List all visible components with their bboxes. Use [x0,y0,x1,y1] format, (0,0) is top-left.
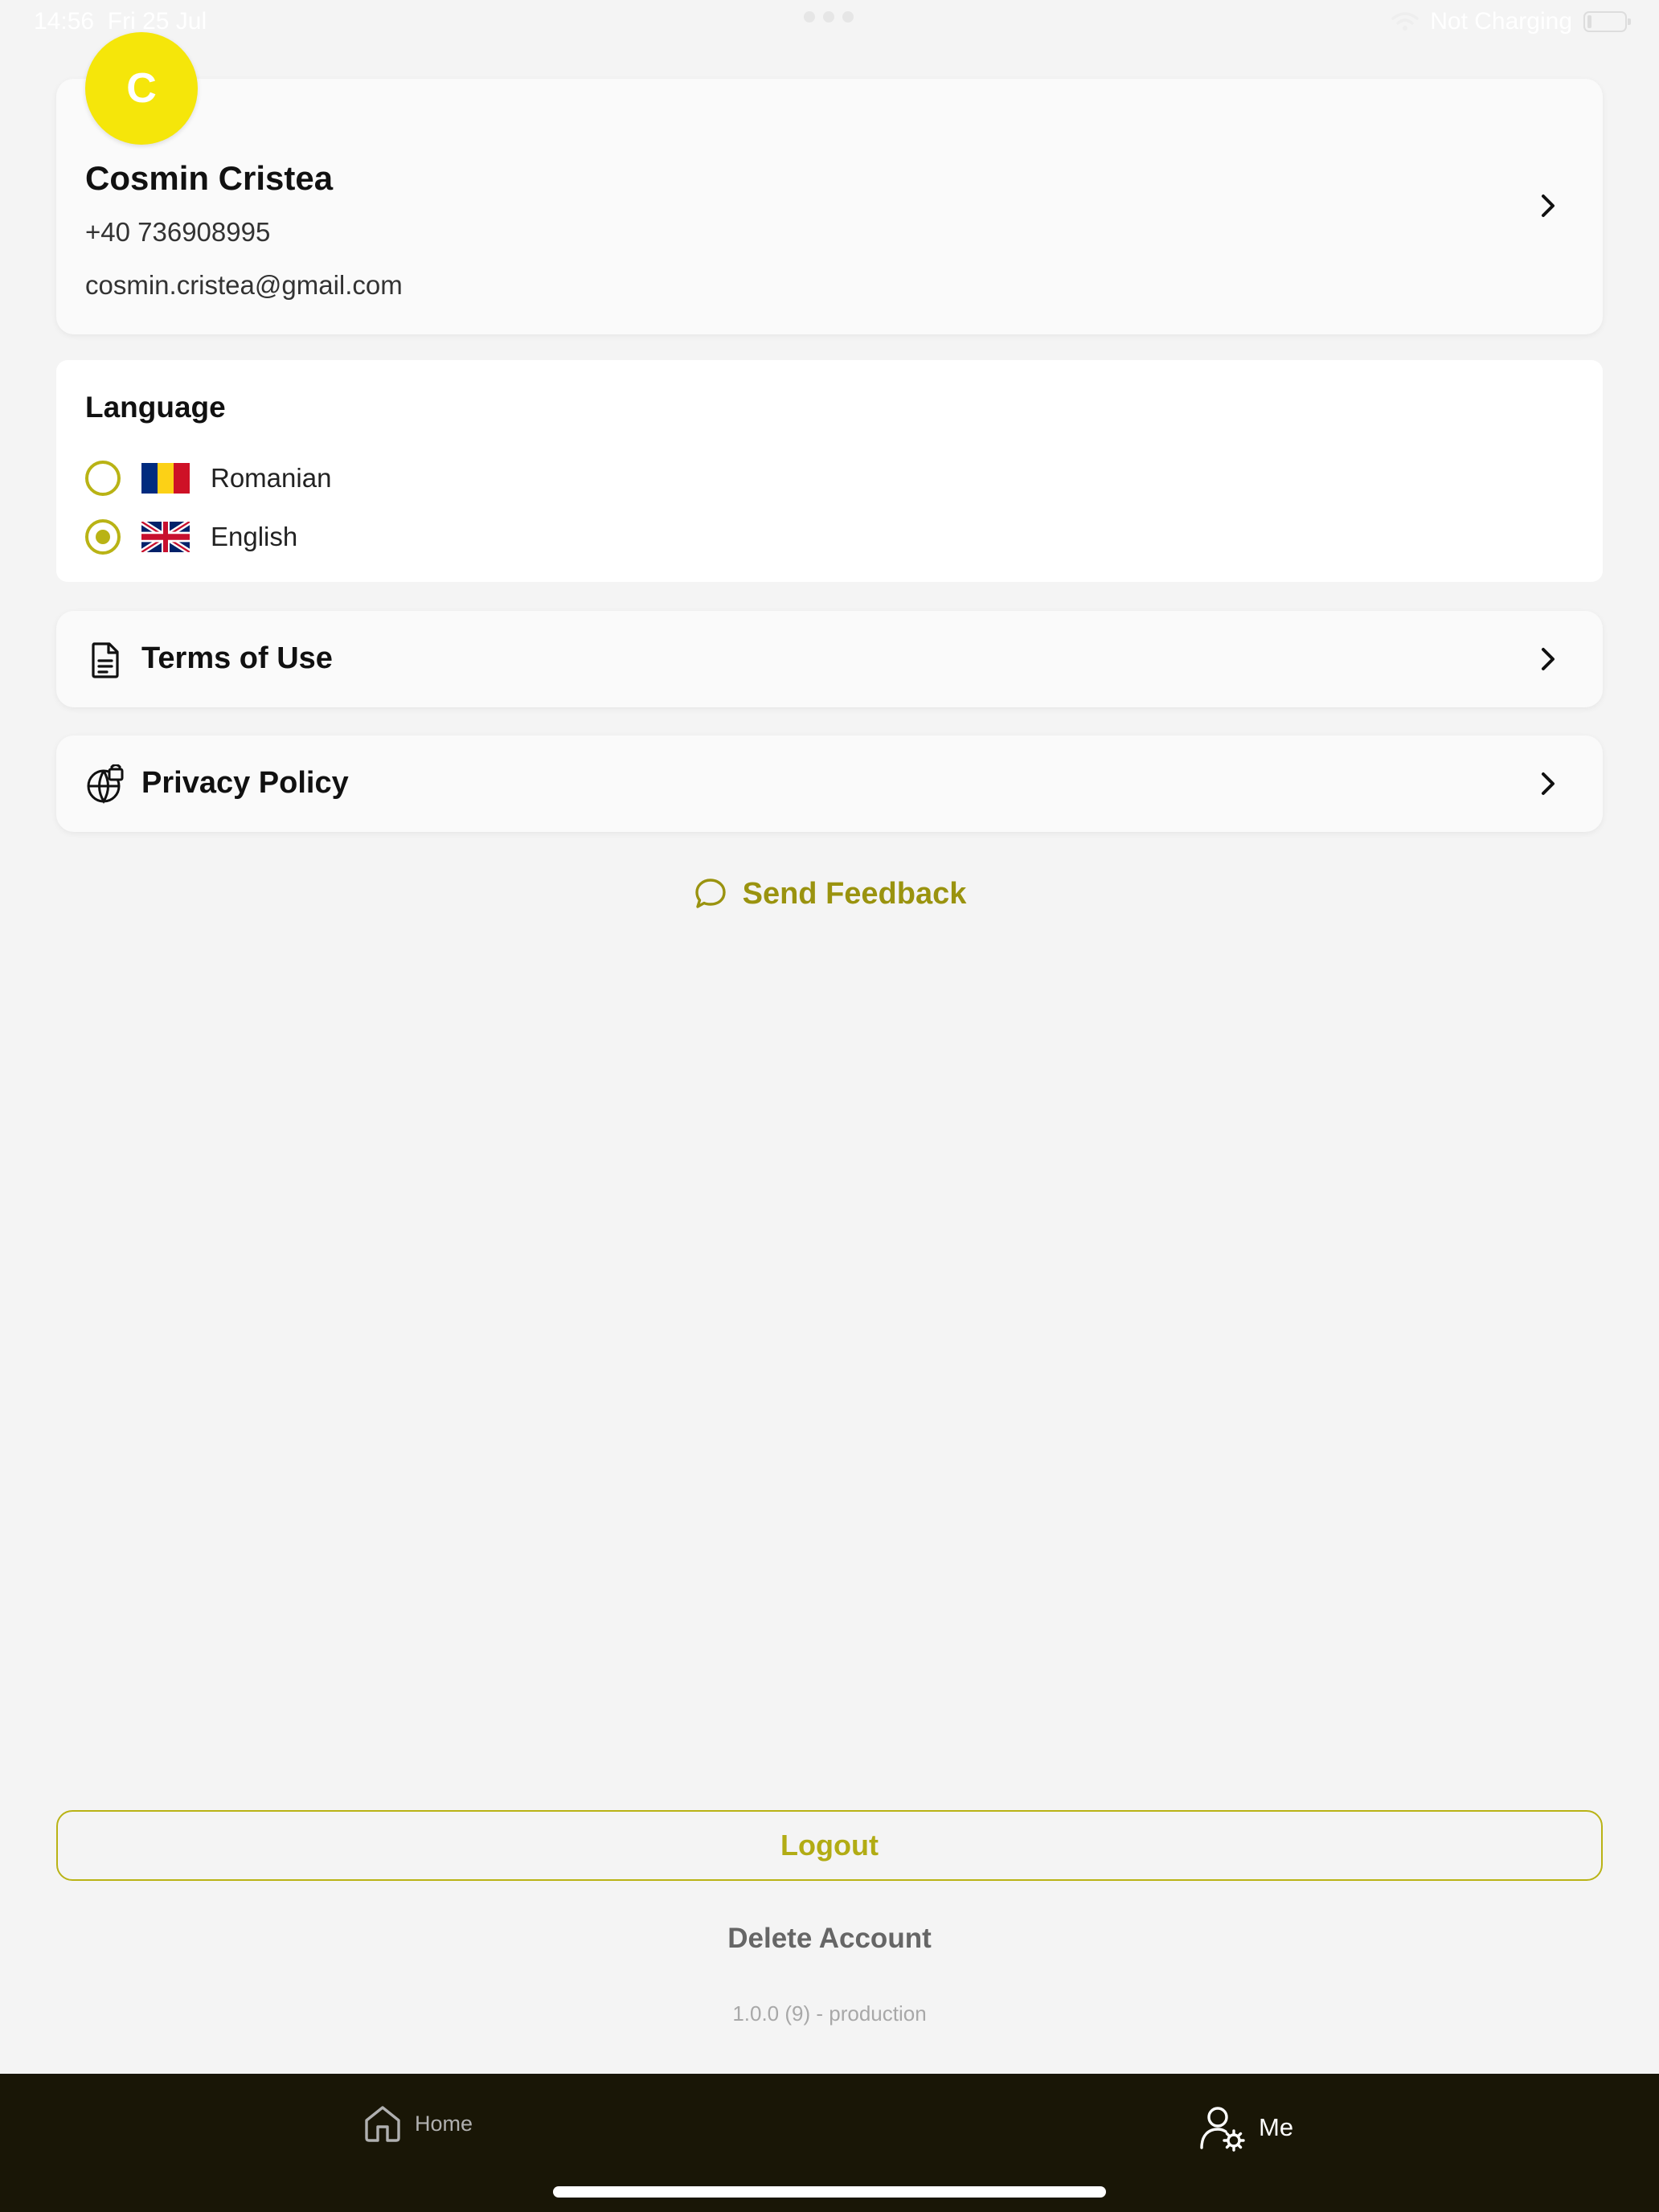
profile-email: cosmin.cristea@gmail.com [85,270,403,300]
user-settings-icon [1200,2107,1245,2152]
home-icon [365,2106,400,2142]
globe-lock-icon [87,764,124,804]
terms-of-use-item[interactable]: Terms of Use [56,611,1603,707]
app-version: 1.0.0 (9) - production [732,2001,927,2026]
radio-romanian[interactable] [85,461,121,496]
charging-status: Not Charging [1430,8,1572,35]
send-feedback-label: Send Feedback [742,876,967,911]
privacy-policy-label: Privacy Policy [141,766,349,800]
language-option-english[interactable]: English [85,519,297,555]
tab-me-label: Me [1259,2113,1294,2141]
logout-button[interactable]: Logout [56,1810,1603,1881]
romania-flag-icon [141,463,190,494]
status-time: 14:56 Fri 25 Jul [34,8,207,35]
profile-name: Cosmin Cristea [85,159,334,197]
chevron-right-icon [1542,648,1555,670]
profile-phone: +40 736908995 [85,217,271,247]
chat-bubble-icon [694,879,726,908]
profile-card[interactable]: Cosmin Cristea +40 736908995 cosmin.cris… [56,79,1603,334]
battery-icon [1583,11,1631,32]
tab-home-label: Home [415,2111,473,2136]
uk-flag-icon [141,522,190,552]
send-feedback-button[interactable]: Send Feedback [0,876,1659,911]
document-icon [92,642,119,678]
tab-home[interactable]: Home [362,2103,473,2144]
radio-english[interactable] [85,519,121,555]
tab-me[interactable]: Me [1198,2103,1293,2153]
status-right: Not Charging [1391,8,1631,35]
delete-account-button[interactable]: Delete Account [0,1923,1659,1955]
privacy-policy-item[interactable]: Privacy Policy [56,735,1603,832]
multitasking-dots[interactable] [804,11,854,23]
language-title: Language [85,391,226,424]
language-label-english: English [211,522,298,551]
language-card: Language Romanian English [56,360,1603,582]
language-option-romanian[interactable]: Romanian [85,461,331,496]
status-bar: 14:56 Fri 25 Jul Not Charging [0,0,1659,45]
terms-of-use-label: Terms of Use [141,641,333,675]
chevron-right-icon [1542,772,1555,795]
language-label-romanian: Romanian [211,463,332,493]
chevron-right-icon [1542,195,1555,217]
wifi-icon [1391,12,1419,31]
home-indicator[interactable] [553,2186,1106,2198]
avatar: C [85,32,198,145]
